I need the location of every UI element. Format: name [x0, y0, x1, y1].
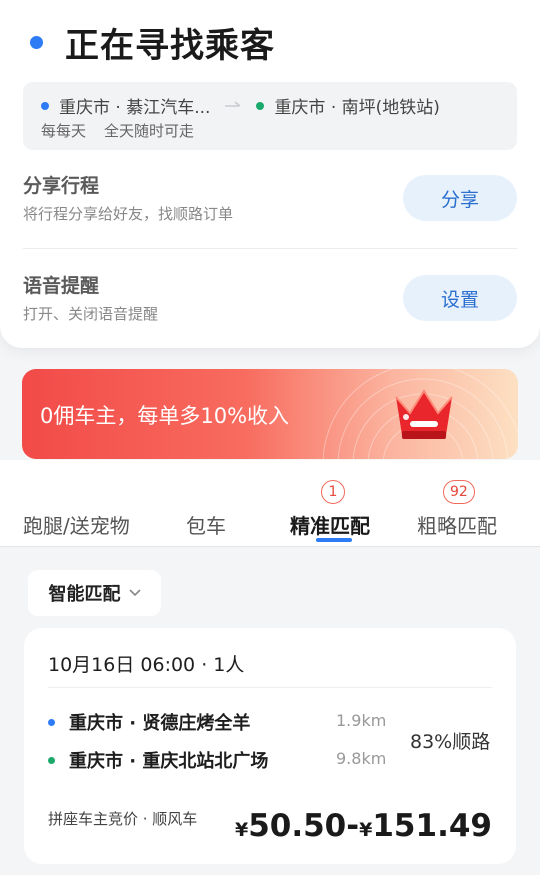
route-origin: 重庆市 · 綦江汽车...	[59, 98, 211, 118]
pickup-dot-icon	[48, 718, 55, 726]
voice-reminder-row: 语音提醒 打开、关闭语音提醒 设置	[23, 271, 517, 341]
price-high: 151.49	[372, 808, 492, 844]
match-tabs: 跑腿/送宠物 包车 1 精准匹配 92 粗略匹配	[0, 476, 540, 546]
dropoff-dot-icon	[48, 756, 55, 764]
order-divider	[48, 687, 492, 688]
tab-rough-badge: 92	[443, 480, 475, 504]
pickup-name: 重庆市 · 贤德庄烤全羊	[69, 713, 251, 734]
route-line: 重庆市 · 綦江汽车... 重庆市 · 南坪(地铁站)	[41, 93, 440, 118]
tab-errand-pet[interactable]: 跑腿/送宠物	[23, 510, 130, 539]
promo-banner-text: 0佣车主，每单多10%收入	[40, 404, 290, 428]
share-trip-row: 分享行程 将行程分享给好友，找顺路订单 分享	[23, 171, 517, 241]
smart-match-label: 智能匹配	[48, 584, 121, 605]
price-separator: -	[346, 808, 360, 844]
promo-banner[interactable]: 0佣车主，每单多10%收入	[22, 369, 518, 459]
price-currency-low: ¥	[234, 819, 249, 841]
tabs-divider	[0, 546, 540, 547]
order-price: ¥50.50-¥151.49	[235, 808, 492, 844]
dropoff-distance: 9.8km	[336, 749, 387, 768]
chevron-down-icon	[128, 586, 141, 601]
route-match-percent: 83%顺路	[410, 731, 491, 753]
voice-reminder-desc: 打开、关闭语音提醒	[23, 305, 159, 323]
order-datetime: 10月16日 06:00 · 1人	[48, 654, 245, 676]
destination-dot-icon	[256, 101, 265, 110]
trip-status-card: 正在寻找乘客 重庆市 · 綦江汽车... 重庆市 · 南坪(地铁站) 每每天 全天…	[0, 0, 540, 348]
dropoff-stop: 重庆市 · 重庆北站北广场	[48, 747, 268, 773]
route-summary[interactable]: 重庆市 · 綦江汽车... 重庆市 · 南坪(地铁站) 每每天 全天随时可走	[23, 82, 517, 150]
tab-rough-match[interactable]: 粗略匹配	[417, 510, 497, 539]
origin-dot-icon	[41, 101, 49, 110]
smart-match-dropdown[interactable]: 智能匹配	[28, 570, 161, 616]
active-tab-indicator	[316, 538, 352, 542]
route-schedule: 每每天 全天随时可走	[41, 120, 194, 141]
tab-charter[interactable]: 包车	[186, 510, 226, 539]
pickup-distance: 1.9km	[336, 711, 387, 730]
status-header: 正在寻找乘客	[30, 18, 275, 67]
price-low: 50.50	[248, 808, 347, 844]
voice-reminder-title: 语音提醒	[23, 275, 100, 297]
tab-precise-badge: 1	[321, 480, 345, 504]
route-time: 全天随时可走	[104, 122, 195, 140]
route-destination: 重庆市 · 南坪(地铁站)	[274, 98, 440, 118]
order-footnote: 拼座车主竞价 · 顺风车	[48, 810, 198, 828]
status-dot	[30, 36, 43, 49]
order-card[interactable]: 10月16日 06:00 · 1人 重庆市 · 贤德庄烤全羊 1.9km 重庆市…	[24, 628, 516, 864]
share-button[interactable]: 分享	[403, 175, 517, 221]
route-frequency: 每每天	[41, 122, 87, 140]
tab-precise-match[interactable]: 精准匹配	[290, 510, 370, 539]
crown-icon	[395, 389, 453, 439]
arrow-right-icon	[224, 96, 242, 115]
share-trip-desc: 将行程分享给好友，找顺路订单	[23, 205, 234, 223]
pickup-stop: 重庆市 · 贤德庄烤全羊	[48, 709, 250, 735]
section-divider	[23, 248, 517, 249]
share-trip-title: 分享行程	[23, 175, 100, 197]
dropoff-name: 重庆市 · 重庆北站北广场	[69, 751, 269, 772]
status-title: 正在寻找乘客	[65, 26, 275, 66]
price-currency-high: ¥	[359, 819, 373, 841]
voice-settings-button[interactable]: 设置	[403, 275, 517, 321]
